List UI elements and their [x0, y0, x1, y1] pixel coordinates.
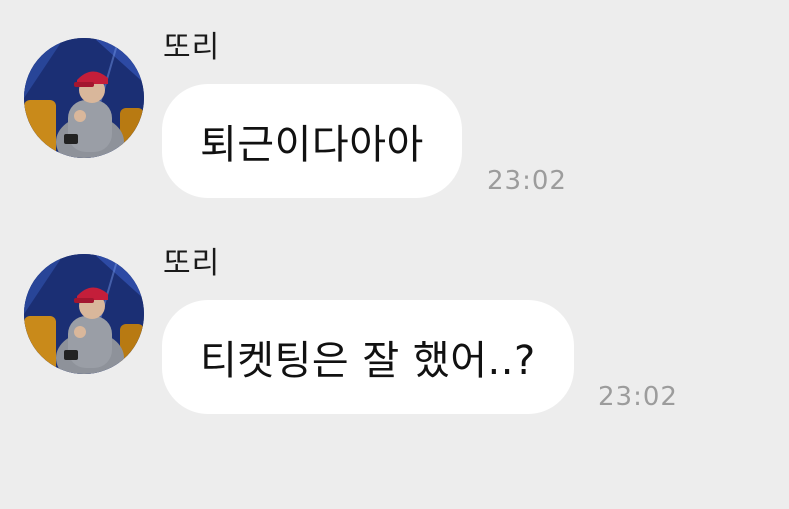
message-bubble[interactable]: 티켓팅은 잘 했어..? [162, 300, 574, 414]
sender-name: 또리 [163, 246, 221, 281]
message-text: 티켓팅은 잘 했어..? [200, 338, 536, 384]
chat-message-row: 또리 티켓팅은 잘 했어..? 23:02 [0, 0, 789, 509]
message-timestamp: 23:02 [598, 382, 678, 412]
profile-avatar-icon[interactable] [24, 254, 144, 374]
